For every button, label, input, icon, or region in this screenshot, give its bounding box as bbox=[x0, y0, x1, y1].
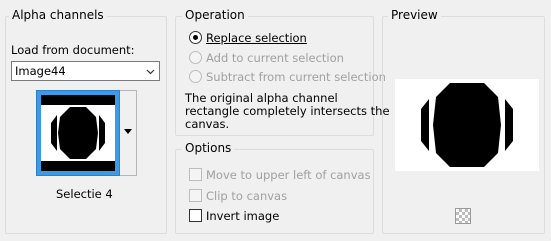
alpha-channels-title: Alpha channels bbox=[9, 8, 107, 22]
clip-to-canvas-checkbox[interactable] bbox=[189, 189, 202, 202]
preview-image bbox=[395, 79, 539, 171]
options-title: Options bbox=[182, 141, 235, 155]
move-to-upper-left-label[interactable]: Move to upper left of canvas bbox=[206, 168, 371, 182]
invert-image-label[interactable]: Invert image bbox=[206, 209, 279, 223]
checkerboard-icon[interactable] bbox=[455, 208, 471, 224]
add-to-selection-radio[interactable] bbox=[189, 51, 202, 64]
preview-shape bbox=[421, 83, 513, 167]
replace-selection-text: Replace selection bbox=[206, 31, 307, 45]
alpha-channel-thumbnail[interactable] bbox=[36, 90, 120, 176]
thumbnail-image bbox=[41, 95, 115, 171]
thumbnail-dropdown-button[interactable] bbox=[120, 90, 137, 176]
move-to-upper-left-checkbox[interactable] bbox=[189, 168, 202, 181]
radio-selected-dot bbox=[193, 35, 198, 40]
triangle-down-icon bbox=[124, 129, 132, 134]
document-combobox[interactable]: Image44 bbox=[11, 61, 160, 81]
document-combobox-value: Image44 bbox=[15, 64, 66, 78]
subtract-from-selection-label[interactable]: Subtract from current selection bbox=[206, 70, 386, 84]
invert-image-checkbox[interactable] bbox=[189, 209, 202, 222]
chevron-down-icon bbox=[146, 69, 155, 75]
thumbnail-shape bbox=[41, 95, 115, 171]
operation-message-line1: The original alpha channel bbox=[185, 91, 338, 105]
load-from-document-label: Load from document: bbox=[11, 43, 135, 57]
replace-selection-radio[interactable] bbox=[189, 31, 202, 44]
thumbnail-caption: Selectie 4 bbox=[56, 187, 113, 201]
replace-selection-label[interactable]: Replace selection bbox=[206, 31, 307, 45]
clip-to-canvas-label[interactable]: Clip to canvas bbox=[206, 189, 287, 203]
preview-title: Preview bbox=[388, 8, 441, 22]
add-to-selection-label[interactable]: Add to current selection bbox=[206, 51, 344, 65]
operation-title: Operation bbox=[182, 8, 248, 22]
operation-message-line2: rectangle completely intersects the bbox=[185, 104, 390, 118]
operation-message-line3: canvas. bbox=[185, 117, 230, 131]
subtract-from-selection-radio[interactable] bbox=[189, 70, 202, 83]
